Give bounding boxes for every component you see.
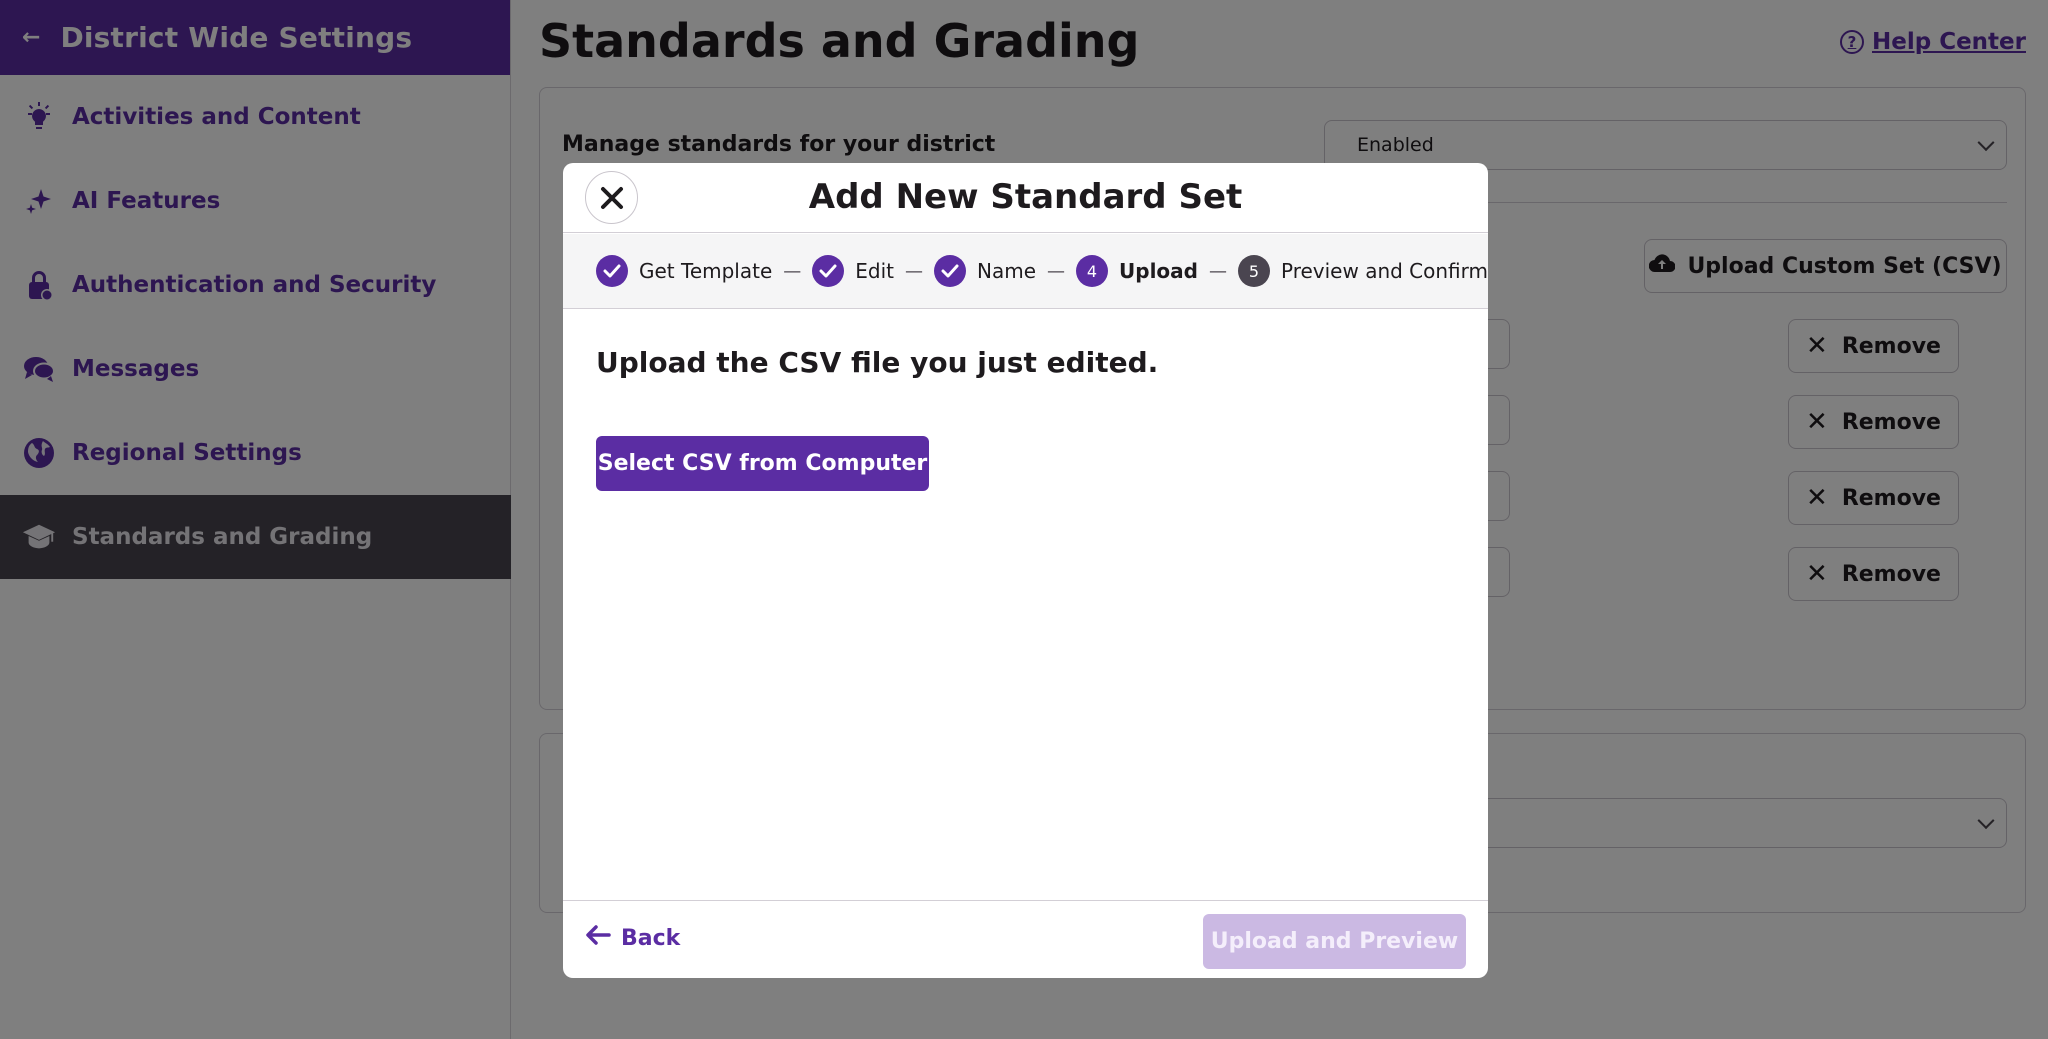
checkmark-icon (934, 255, 966, 287)
step-label: Edit (855, 259, 894, 283)
step-upload: 4 Upload (1076, 255, 1198, 287)
stepper: Get Template — Edit — Name — 4 Upload — … (563, 234, 1488, 309)
add-standard-set-modal: Add New Standard Set Get Template — Edit… (563, 163, 1488, 978)
arrow-left-icon (585, 925, 611, 951)
upload-and-preview-button[interactable]: Upload and Preview (1203, 914, 1466, 969)
step-number: 4 (1076, 255, 1109, 287)
step-get-template: Get Template (596, 255, 772, 287)
step-label: Preview and Confirm (1280, 259, 1488, 283)
step-separator: — (1208, 260, 1227, 282)
back-button[interactable]: Back (585, 925, 680, 951)
checkmark-icon (812, 255, 845, 287)
close-button[interactable] (585, 171, 638, 224)
step-label: Get Template (639, 259, 773, 283)
step-name: Name (934, 255, 1036, 287)
close-icon (600, 186, 623, 209)
modal-footer: Back Upload and Preview (563, 900, 1488, 978)
step-separator: — (783, 260, 802, 282)
modal-header: Add New Standard Set (563, 163, 1488, 233)
checkmark-icon (596, 255, 628, 287)
step-preview-and-confirm: 5 Preview and Confirm (1237, 255, 1488, 287)
step-label: Name (977, 259, 1037, 283)
modal-title: Add New Standard Set (808, 177, 1243, 217)
select-csv-button[interactable]: Select CSV from Computer (596, 436, 929, 491)
step-separator: — (1047, 260, 1066, 282)
upload-prompt: Upload the CSV file you just edited. (596, 346, 1159, 379)
step-separator: — (905, 260, 923, 282)
step-label: Upload (1119, 259, 1198, 283)
back-label: Back (621, 925, 681, 951)
step-edit: Edit (812, 255, 894, 287)
step-number: 5 (1237, 255, 1270, 287)
